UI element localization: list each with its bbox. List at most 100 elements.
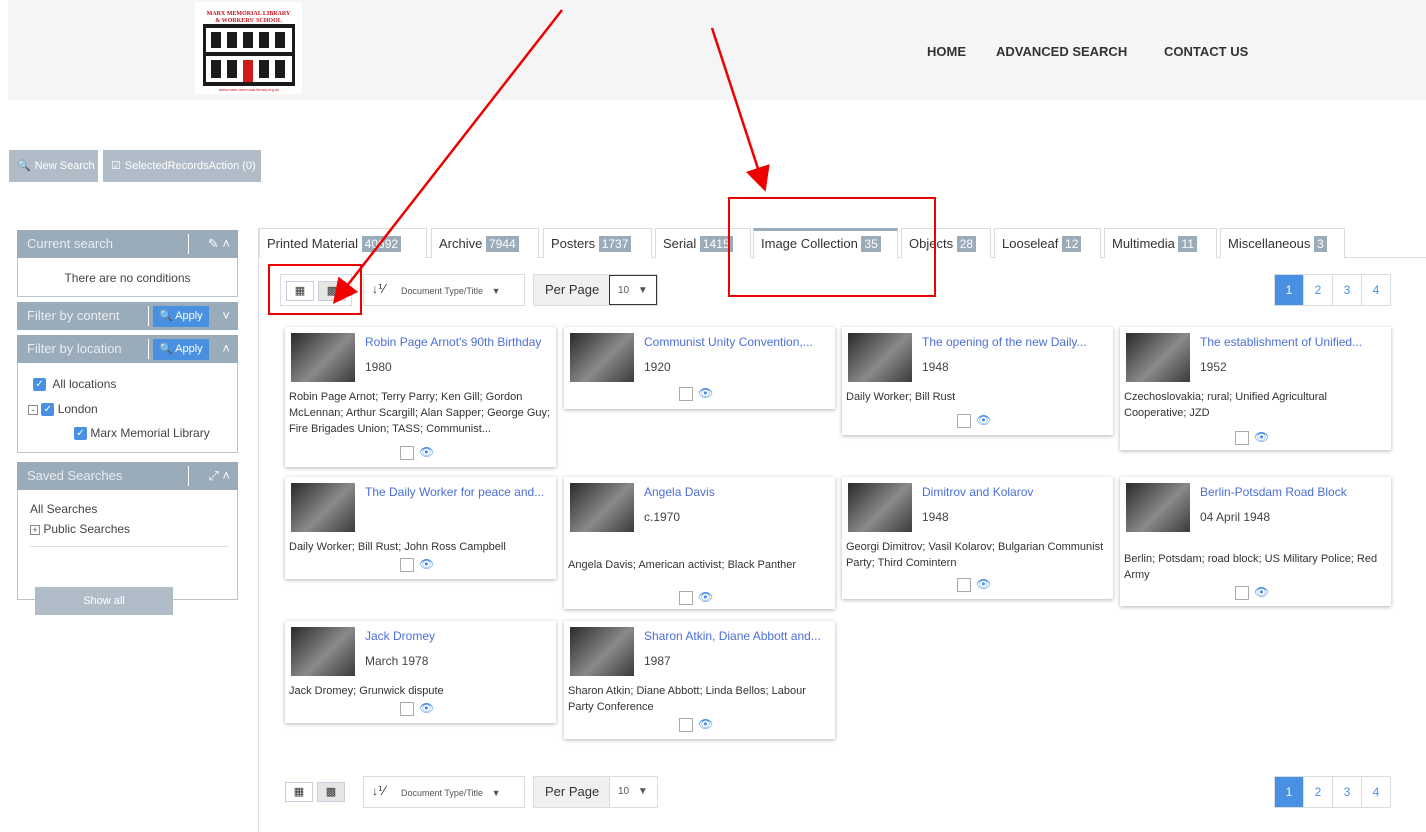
tab-miscellaneous[interactable]: Miscellaneous 3	[1220, 228, 1345, 258]
result-thumbnail[interactable]	[1126, 333, 1190, 382]
result-card[interactable]: The opening of the new Daily... 1948 Daily…	[842, 327, 1113, 435]
filter-by-content-header: Filter by content 🔍 Apply ˅	[17, 302, 238, 330]
checkbox-checked-icon[interactable]: ✓	[41, 403, 55, 417]
public-searches-item[interactable]: + Public Searches	[30, 522, 130, 536]
result-thumbnail[interactable]	[1126, 483, 1190, 532]
chevron-up-icon[interactable]: ˄	[222, 341, 230, 356]
select-checkbox[interactable]	[1235, 431, 1249, 445]
result-thumbnail[interactable]	[570, 627, 634, 676]
checkbox-checked-icon[interactable]: ✓	[74, 427, 87, 441]
chevron-up-icon[interactable]: ˄	[222, 236, 230, 251]
eye-icon[interactable]: 👁	[419, 445, 434, 459]
page-2-button[interactable]: 2	[1303, 776, 1333, 808]
select-checkbox[interactable]	[400, 702, 414, 716]
result-title-link[interactable]: Dimitrov and Kolarov	[922, 485, 1107, 499]
select-checkbox[interactable]	[400, 558, 414, 572]
sort-select[interactable]: Document Type/Title ▼	[401, 777, 500, 809]
chevron-up-icon[interactable]: ˄	[222, 468, 230, 483]
eye-icon[interactable]: 👁	[698, 717, 713, 731]
result-thumbnail[interactable]	[291, 333, 355, 382]
result-card[interactable]: Jack Dromey March 1978 Jack Dromey; Grunwi…	[285, 621, 556, 723]
result-title-link[interactable]: Sharon Atkin, Diane Abbott and...	[644, 629, 829, 643]
result-thumbnail[interactable]	[570, 483, 634, 532]
page-1-button[interactable]: 1	[1274, 274, 1304, 306]
sort-select[interactable]: Document Type/Title ▼	[401, 275, 500, 307]
result-card[interactable]: Communist Unity Convention,... 1920 👁	[564, 327, 835, 409]
tab-multimedia[interactable]: Multimedia 11	[1104, 228, 1217, 258]
saved-searches-body: All Searches + Public Searches Show all	[17, 490, 238, 615]
result-card[interactable]: Robin Page Arnot's 90th Birthday 1980 Robi…	[285, 327, 556, 467]
nav-advanced-search[interactable]: ADVANCED SEARCH	[996, 44, 1127, 59]
nav-home[interactable]: HOME	[927, 44, 966, 59]
result-title-link[interactable]: Robin Page Arnot's 90th Birthday	[365, 335, 550, 349]
result-card[interactable]: The Daily Worker for peace and... Daily W…	[285, 477, 556, 579]
per-page-select[interactable]: 10 ▼	[609, 777, 657, 807]
select-checkbox[interactable]	[679, 718, 693, 732]
eye-icon[interactable]: 👁	[1254, 585, 1269, 599]
result-thumbnail[interactable]	[291, 483, 355, 532]
select-checkbox[interactable]	[1235, 586, 1249, 600]
result-thumbnail[interactable]	[291, 627, 355, 676]
result-card[interactable]: Angela Davis c.1970 Angela Davis; American…	[564, 477, 835, 609]
eye-icon[interactable]: 👁	[1254, 430, 1269, 444]
nav-contact-us[interactable]: CONTACT US	[1164, 44, 1248, 59]
selected-records-action-button[interactable]: ☑ SelectedRecordsAction (0)	[103, 150, 261, 182]
location-london[interactable]: - ✓ London	[28, 402, 98, 417]
result-title-link[interactable]: The establishment of Unified...	[1200, 335, 1385, 349]
tab-looseleaf[interactable]: Looseleaf 12	[994, 228, 1101, 258]
new-search-button[interactable]: 🔍 New Search	[9, 150, 98, 182]
edit-icon[interactable]: ✎	[208, 236, 219, 251]
select-checkbox[interactable]	[400, 446, 414, 460]
sort-az-icon[interactable]: ↓⅟	[372, 282, 385, 296]
result-title-link[interactable]: The Daily Worker for peace and...	[365, 485, 550, 499]
result-title-link[interactable]: Communist Unity Convention,...	[644, 335, 829, 349]
result-title-link[interactable]: Berlin-Potsdam Road Block	[1200, 485, 1385, 499]
collapse-tree-icon[interactable]: -	[28, 405, 38, 415]
page-2-button[interactable]: 2	[1303, 274, 1333, 306]
select-checkbox[interactable]	[679, 591, 693, 605]
result-card[interactable]: Dimitrov and Kolarov 1948 Georgi Dimitrov;…	[842, 477, 1113, 599]
eye-icon[interactable]: 👁	[976, 577, 991, 591]
page-3-button[interactable]: 3	[1332, 776, 1362, 808]
eye-icon[interactable]: 👁	[419, 701, 434, 715]
tab-posters[interactable]: Posters 1737	[543, 228, 652, 258]
result-card[interactable]: The establishment of Unified... 1952 Czech…	[1120, 327, 1391, 450]
result-title-link[interactable]: Angela Davis	[644, 485, 829, 499]
per-page-group: Per Page 10 ▼	[533, 776, 658, 808]
expand-icon[interactable]: ⤢	[208, 468, 218, 483]
table-view-icon[interactable]: ▦	[285, 782, 313, 802]
eye-icon[interactable]: 👁	[698, 386, 713, 400]
select-checkbox[interactable]	[679, 387, 693, 401]
page-3-button[interactable]: 3	[1332, 274, 1362, 306]
eye-icon[interactable]: 👁	[419, 557, 434, 571]
result-card[interactable]: Berlin-Potsdam Road Block 04 April 1948 Be…	[1120, 477, 1391, 606]
filter-content-apply-button[interactable]: 🔍 Apply	[153, 306, 209, 327]
per-page-select[interactable]: 10 ▼	[609, 275, 657, 305]
expand-tree-icon[interactable]: +	[30, 525, 40, 535]
site-logo[interactable]: MARX MEMORIAL LIBRARY & WORKERS' SCHOOL …	[195, 2, 302, 94]
result-thumbnail[interactable]	[570, 333, 634, 382]
result-title-link[interactable]: The opening of the new Daily...	[922, 335, 1107, 349]
eye-icon[interactable]: 👁	[976, 413, 991, 427]
select-checkbox[interactable]	[957, 578, 971, 592]
result-thumbnail[interactable]	[848, 483, 912, 532]
result-title-link[interactable]: Jack Dromey	[365, 629, 550, 643]
checkbox-checked-icon[interactable]: ✓	[33, 378, 46, 392]
grid-view-icon[interactable]: ▩	[317, 782, 345, 802]
eye-icon[interactable]: 👁	[698, 590, 713, 604]
page-4-button[interactable]: 4	[1361, 274, 1391, 306]
page-1-button[interactable]: 1	[1274, 776, 1304, 808]
location-marx-memorial-library[interactable]: ✓ Marx Memorial Library	[74, 426, 210, 441]
filter-location-apply-button[interactable]: 🔍 Apply	[153, 339, 209, 360]
site-header: MARX MEMORIAL LIBRARY & WORKERS' SCHOOL …	[8, 0, 1426, 100]
select-checkbox[interactable]	[957, 414, 971, 428]
tab-archive[interactable]: Archive 7944	[431, 228, 539, 258]
chevron-down-icon[interactable]: ˅	[222, 308, 230, 323]
result-card[interactable]: Sharon Atkin, Diane Abbott and... 1987 Sha…	[564, 621, 835, 739]
location-all[interactable]: ✓ All locations	[33, 377, 116, 392]
result-thumbnail[interactable]	[848, 333, 912, 382]
sort-az-icon[interactable]: ↓⅟	[372, 784, 385, 798]
page-4-button[interactable]: 4	[1361, 776, 1391, 808]
tab-printed-material[interactable]: Printed Material 40692	[259, 228, 427, 258]
show-all-button[interactable]: Show all	[35, 587, 173, 615]
